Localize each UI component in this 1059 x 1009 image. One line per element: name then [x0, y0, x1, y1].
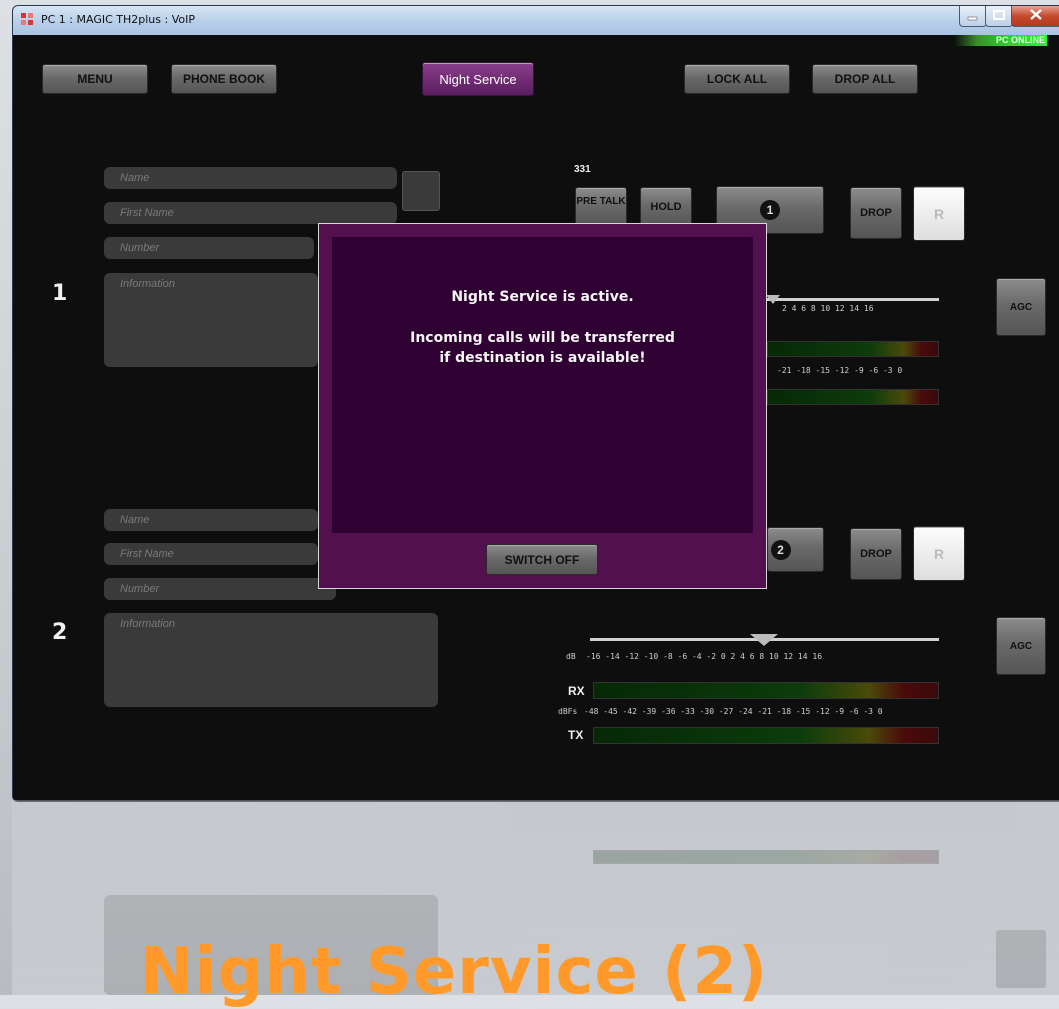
switch-off-button[interactable]: SWITCH OFF [486, 544, 598, 575]
dialog-message-line2: if destination is available! [439, 350, 646, 366]
line1-tx-meter [767, 389, 939, 405]
dialog-message-area: Night Service is active. Incoming calls … [332, 237, 753, 533]
online-status: PC ONLINE [954, 35, 1047, 46]
line2-name-field[interactable]: Name [104, 509, 318, 531]
line2-agc-button[interactable]: AGC [996, 617, 1046, 675]
dialog-title-text: Night Service is active. [451, 289, 634, 305]
line2-r-button[interactable]: R [913, 526, 965, 581]
line2-tx-meter [593, 727, 939, 744]
minimize-button[interactable] [959, 6, 987, 27]
line1-number: 1 [52, 281, 68, 306]
line2-drop-button[interactable]: DROP [850, 528, 902, 580]
line2-first-name-field[interactable]: First Name [104, 543, 318, 565]
line1-pretalk-button[interactable]: PRE TALK [575, 187, 627, 227]
close-icon [1030, 9, 1042, 20]
line1-hold-button[interactable]: HOLD [640, 187, 692, 227]
line2-db-label: dB [566, 652, 576, 661]
maximize-icon [993, 10, 1005, 20]
lock-all-button[interactable]: LOCK ALL [684, 64, 790, 94]
minimize-icon [967, 16, 978, 21]
line2-rx-label: RX [568, 684, 585, 698]
line2-number: 2 [52, 620, 68, 645]
line2-db-ticks: -16 -14 -12 -10 -8 -6 -4 -2 0 2 4 6 8 10… [586, 652, 823, 661]
phone-book-button[interactable]: PHONE BOOK [171, 64, 277, 94]
line1-rx-meter [767, 341, 939, 357]
line2-tx-label: TX [568, 728, 584, 742]
line2-rx-meter [593, 682, 939, 699]
line2-number-field[interactable]: Number [104, 578, 336, 600]
slide-caption: Night Service (2) [140, 935, 769, 1009]
line2-call-button[interactable]: 2 [767, 527, 824, 572]
drop-all-button[interactable]: DROP ALL [812, 64, 918, 94]
close-button[interactable] [1011, 6, 1059, 27]
line1-extension: 331 [574, 164, 591, 175]
line1-first-name-field[interactable]: First Name [104, 202, 397, 224]
night-service-dialog: Night Service is active. Incoming calls … [318, 223, 767, 589]
line1-db-ticks: 2 4 6 8 10 12 14 16 [782, 304, 874, 313]
line1-agc-button[interactable]: AGC [996, 278, 1046, 336]
line1-gain-slider-track[interactable] [767, 298, 939, 301]
line1-call-badge-icon: 1 [760, 200, 780, 220]
line2-gain-thumb-icon[interactable] [750, 634, 778, 648]
line1-number-field[interactable]: Number [104, 237, 314, 259]
reflection-meter [593, 850, 939, 864]
line1-gain-thumb-icon[interactable] [766, 295, 780, 305]
dialog-message-line1: Incoming calls will be transferred [410, 330, 675, 346]
line1-information-field[interactable]: Information [104, 273, 318, 367]
night-service-button[interactable]: Night Service [422, 62, 534, 96]
window-title: PC 1 : MAGIC TH2plus : VoIP [41, 13, 195, 26]
line1-r-button[interactable]: R [913, 186, 965, 241]
line2-information-field[interactable]: Information [104, 613, 438, 707]
line2-dbfs-label: dBFs [558, 707, 578, 716]
maximize-button[interactable] [985, 6, 1013, 27]
line1-drop-button[interactable]: DROP [850, 187, 902, 239]
line1-dbfs-ticks: -21 -18 -15 -12 -9 -6 -3 0 [777, 366, 903, 375]
line1-photo-slot[interactable] [402, 171, 440, 211]
reflection-agc [996, 930, 1046, 988]
title-bar[interactable]: PC 1 : MAGIC TH2plus : VoIP [13, 6, 1059, 35]
line2-call-badge-icon: 2 [770, 539, 791, 560]
line1-name-field[interactable]: Name [104, 167, 397, 189]
menu-button[interactable]: MENU [42, 64, 148, 94]
app-icon [21, 13, 33, 25]
line2-dbfs-ticks: -48 -45 -42 -39 -36 -33 -30 -27 -24 -21 … [584, 707, 883, 716]
